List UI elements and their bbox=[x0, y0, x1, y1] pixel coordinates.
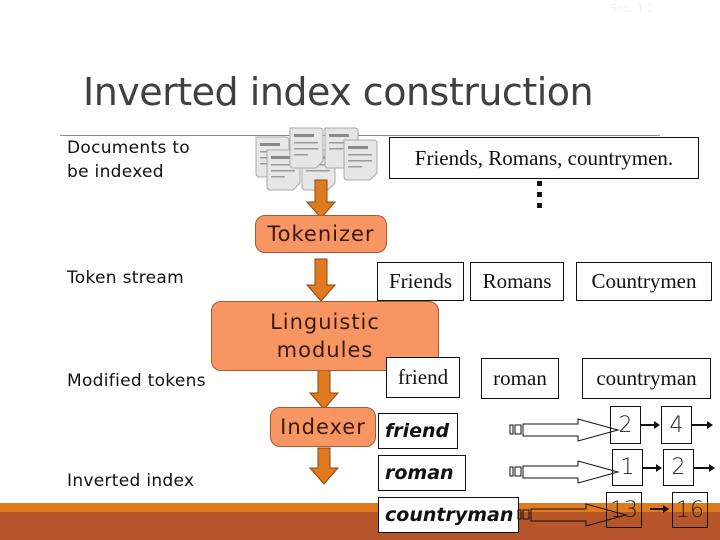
posting-box: 2 bbox=[610, 406, 641, 444]
modified-token-box: friend bbox=[386, 357, 460, 398]
slide-number: Sec. 1.2 bbox=[610, 2, 655, 15]
index-term-box: roman bbox=[378, 455, 466, 491]
modified-token-box: roman bbox=[481, 358, 559, 399]
slide-title: Inverted index construction bbox=[83, 70, 594, 114]
document-icon bbox=[289, 127, 324, 169]
label-token-stream: Token stream bbox=[67, 268, 184, 288]
arrow-down-icon bbox=[305, 179, 337, 219]
link-arrow-icon bbox=[694, 464, 715, 472]
label-inverted-index: Inverted index bbox=[67, 471, 195, 491]
posting-box: 13 bbox=[606, 492, 642, 528]
linguistic-modules-line1: Linguistic bbox=[270, 310, 380, 334]
token-box: Countrymen bbox=[576, 262, 712, 301]
arrow-down-icon bbox=[308, 447, 340, 485]
label-modified-tokens: Modified tokens bbox=[67, 371, 206, 391]
arrow-down-icon bbox=[308, 366, 340, 410]
pointer-arrow-icon bbox=[509, 418, 620, 442]
token-box: Romans bbox=[470, 262, 564, 301]
token-box: Friends bbox=[377, 262, 464, 301]
posting-box: 1 bbox=[612, 449, 643, 486]
document-sample-box: Friends, Romans, countrymen. bbox=[389, 137, 699, 179]
tokenizer-box: Tokenizer bbox=[255, 215, 387, 253]
link-arrow-icon bbox=[692, 421, 713, 429]
label-documents: Documents to be indexed bbox=[67, 136, 190, 184]
pointer-arrow-icon bbox=[509, 460, 620, 484]
posting-box: 16 bbox=[672, 492, 708, 528]
link-arrow-icon bbox=[643, 464, 662, 472]
label-documents-line2: be indexed bbox=[67, 162, 164, 182]
posting-box: 2 bbox=[663, 449, 694, 486]
link-arrow-icon bbox=[650, 505, 669, 513]
linguistic-modules-line2: modules bbox=[276, 338, 374, 362]
document-icon bbox=[343, 139, 378, 181]
indexer-box: Indexer bbox=[270, 407, 376, 447]
link-arrow-icon bbox=[641, 421, 660, 429]
arrow-down-icon bbox=[305, 258, 337, 302]
index-term-box: countryman bbox=[378, 497, 519, 533]
index-term-box: friend bbox=[378, 413, 458, 449]
label-documents-line1: Documents to bbox=[67, 138, 190, 158]
modified-token-box: countryman bbox=[582, 358, 711, 399]
posting-box: 4 bbox=[661, 406, 692, 444]
ellipsis-vertical-icon bbox=[537, 181, 542, 208]
